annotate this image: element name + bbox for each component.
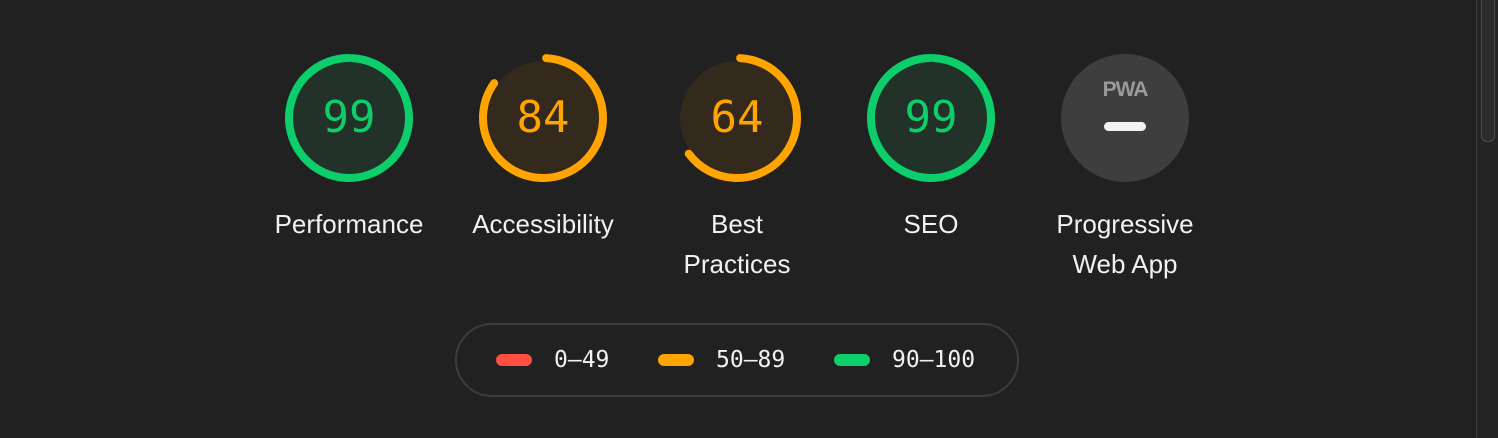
gauge-performance[interactable]: 99 Performance — [259, 52, 439, 244]
legend-label: 50–89 — [716, 347, 786, 373]
gauge-label: Performance — [274, 209, 424, 239]
legend-swatch — [834, 354, 870, 366]
legend-label: 0–49 — [554, 347, 610, 373]
pwa-badge-text: PWA — [1102, 78, 1149, 101]
gauge-label: SEO — [903, 209, 959, 239]
gauge-score: 99 — [904, 92, 958, 143]
gauge-seo[interactable]: 99 SEO — [841, 52, 1021, 244]
legend-swatch — [658, 354, 694, 366]
gauge-progressive-web-app[interactable]: PWA Progressive Web App — [1035, 52, 1215, 284]
legend-item-pass: 90–100 — [834, 325, 975, 395]
gauge-score: 84 — [516, 92, 570, 143]
gauge-label: Progressive Web App — [1056, 209, 1194, 279]
gauge-accessibility[interactable]: 84 Accessibility — [453, 52, 633, 244]
scrollbar-thumb[interactable] — [1481, 0, 1495, 142]
gauge-best-practices[interactable]: 64 Best Practices — [647, 52, 827, 284]
gauge-label: Best Practices — [683, 209, 791, 279]
gauge-label: Accessibility — [472, 209, 614, 239]
score-legend: 0–49 50–89 90–100 — [455, 323, 1019, 397]
gauge-score: 64 — [710, 92, 764, 143]
gauge-score: 99 — [322, 92, 376, 143]
legend-label: 90–100 — [892, 347, 976, 373]
legend-item-fail: 0–49 — [496, 325, 609, 395]
legend-swatch — [496, 354, 532, 366]
pwa-dash-icon — [1104, 122, 1146, 131]
pwa-badge-background — [1061, 54, 1189, 182]
legend-item-average: 50–89 — [658, 325, 785, 395]
vertical-scrollbar[interactable] — [1476, 0, 1498, 438]
pwa-badge — [1061, 54, 1189, 182]
